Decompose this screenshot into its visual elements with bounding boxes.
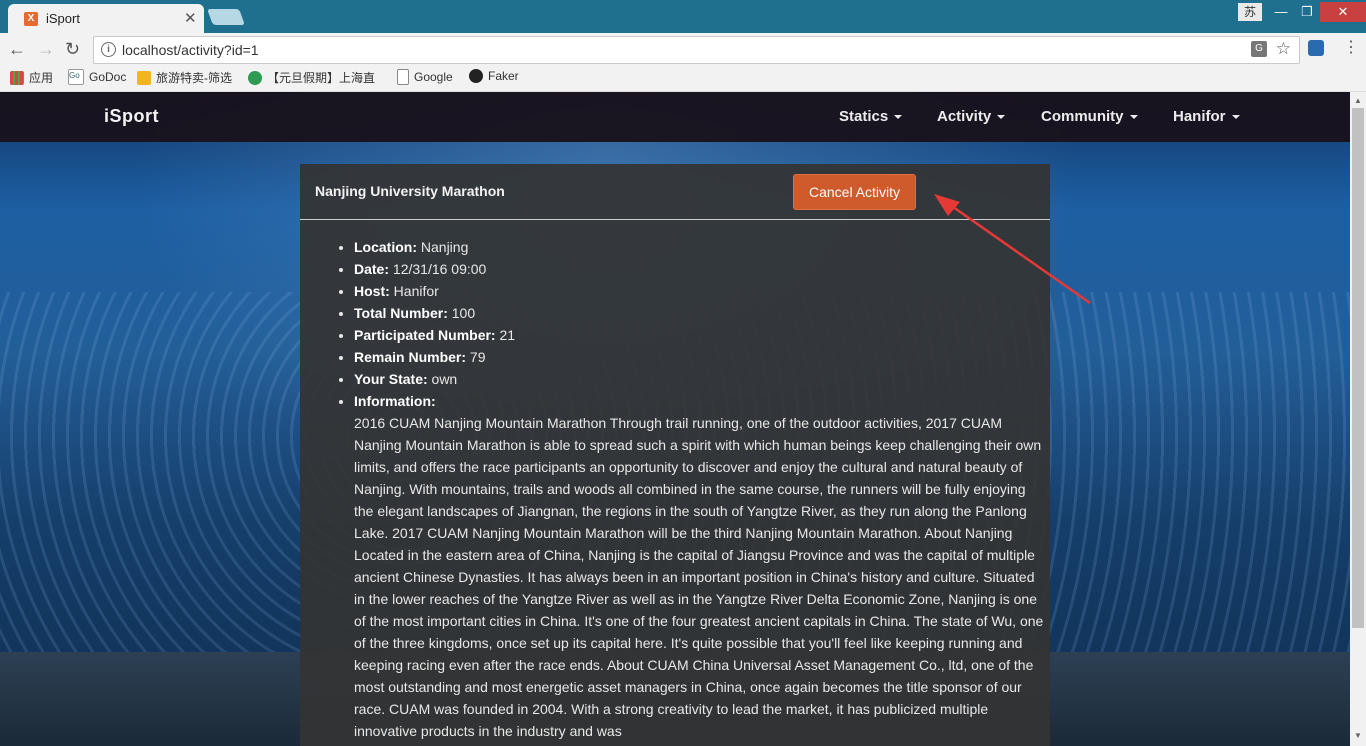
tab-favicon-icon: X: [24, 12, 38, 26]
detail-value: Hanifor: [393, 283, 439, 299]
detail-value: 21: [499, 327, 516, 343]
bookmark-label: 【元旦假期】上海直: [267, 71, 376, 85]
scrollbar-thumb[interactable]: [1352, 108, 1364, 628]
detail-value: own: [431, 371, 458, 387]
nav-user-label: Hanifor: [1173, 108, 1226, 125]
browser-tab-active[interactable]: X iSport ✕: [8, 4, 204, 33]
detail-label: Host:: [354, 283, 390, 299]
window-restore-icon[interactable]: ❐: [1294, 2, 1320, 22]
bookmarks-bar: 应用 Go GoDoc 旅游特卖-筛选 【元旦假期】上海直 Google Fak…: [0, 65, 1366, 92]
godoc-icon: Go: [68, 69, 84, 85]
activity-details: Location: Nanjing Date: 12/31/16 09:00 H…: [332, 236, 1044, 742]
nav-statics[interactable]: Statics: [839, 108, 903, 125]
detail-label: Remain Number:: [354, 349, 467, 365]
travel-icon: [137, 70, 151, 85]
translate-icon[interactable]: G: [1251, 41, 1267, 57]
window-minimize-icon[interactable]: —: [1268, 2, 1294, 22]
nav-community-label: Community: [1041, 108, 1124, 125]
forward-arrow-icon[interactable]: →: [37, 38, 55, 60]
holiday-icon: [248, 70, 262, 85]
site-brand[interactable]: iSport: [104, 106, 159, 127]
scroll-up-icon[interactable]: ▲: [1354, 96, 1362, 105]
bookmark-label: Faker: [488, 69, 519, 83]
ime-indicator[interactable]: 苏: [1238, 3, 1262, 21]
caret-down-icon: [1231, 115, 1240, 120]
window-close-icon[interactable]: ✕: [1320, 2, 1366, 22]
info-icon[interactable]: i: [101, 42, 116, 57]
bookmark-star-icon[interactable]: ☆: [1276, 39, 1291, 59]
detail-information: Information: 2016 CUAM Nanjing Mountain …: [354, 390, 1044, 742]
information-text: 2016 CUAM Nanjing Mountain Marathon Thro…: [354, 415, 1044, 739]
nav-activity[interactable]: Activity: [937, 108, 1006, 125]
bookmark-apps[interactable]: 应用: [10, 69, 53, 86]
bookmark-godoc[interactable]: Go GoDoc: [68, 69, 126, 85]
annotation-arrow-icon: [934, 194, 1091, 305]
bookmark-google[interactable]: Google: [397, 69, 453, 85]
detail-participated-number: Participated Number: 21: [354, 324, 1044, 346]
bookmark-faker[interactable]: Faker: [469, 69, 519, 83]
detail-label: Information:: [354, 393, 436, 409]
detail-label: Location:: [354, 239, 417, 255]
nav-activity-label: Activity: [937, 108, 992, 125]
browser-menu-icon[interactable]: ⋮: [1343, 40, 1359, 56]
detail-label: Total Number:: [354, 305, 448, 321]
detail-remain-number: Remain Number: 79: [354, 346, 1044, 368]
page-viewport: iSport Statics Activity Community Hanifo…: [0, 92, 1350, 746]
detail-label: Date:: [354, 261, 390, 277]
tab-title: iSport: [46, 11, 80, 26]
detail-value: 100: [451, 305, 476, 321]
detail-value: 79: [469, 349, 486, 365]
apps-grid-icon: [10, 70, 24, 85]
detail-label: Your State:: [354, 371, 428, 387]
address-url[interactable]: localhost/activity?id=1: [122, 42, 259, 58]
scroll-down-icon[interactable]: ▼: [1354, 731, 1362, 740]
detail-label: Participated Number:: [354, 327, 496, 343]
bookmark-label: GoDoc: [89, 70, 127, 84]
new-tab-button[interactable]: [207, 9, 245, 25]
detail-value: 12/31/16 09:00: [392, 261, 487, 277]
github-icon: [469, 69, 483, 83]
tab-close-icon[interactable]: ✕: [184, 9, 197, 27]
caret-down-icon: [894, 115, 903, 120]
activity-title: Nanjing University Marathon: [315, 183, 505, 199]
reload-icon[interactable]: ↻: [65, 38, 80, 60]
cancel-activity-button[interactable]: Cancel Activity: [793, 174, 916, 210]
bookmark-label: 应用: [29, 71, 54, 85]
browser-titlebar: X iSport ✕ 苏 — ❐ ✕: [0, 0, 1366, 33]
caret-down-icon: [1129, 115, 1138, 120]
browser-toolbar: ← → ↻ i localhost/activity?id=1 G ☆ ⋮: [0, 33, 1366, 65]
nav-community[interactable]: Community: [1041, 108, 1138, 125]
bookmark-label: Google: [414, 70, 453, 84]
caret-down-icon: [997, 115, 1006, 120]
page-scrollbar[interactable]: ▲ ▼: [1350, 92, 1366, 746]
site-navbar: iSport Statics Activity Community Hanifo…: [0, 92, 1350, 142]
back-arrow-icon[interactable]: ←: [8, 38, 26, 60]
bookmark-label: 旅游特卖-筛选: [156, 71, 232, 85]
address-bar[interactable]: i localhost/activity?id=1 G ☆: [93, 36, 1300, 64]
bookmark-travel[interactable]: 旅游特卖-筛选: [137, 69, 232, 86]
page-icon: [397, 69, 409, 85]
extension-icon[interactable]: [1308, 40, 1324, 56]
detail-value: Nanjing: [420, 239, 469, 255]
nav-user[interactable]: Hanifor: [1173, 108, 1240, 125]
bookmark-holiday[interactable]: 【元旦假期】上海直: [248, 69, 375, 86]
nav-statics-label: Statics: [839, 108, 889, 125]
detail-your-state: Your State: own: [354, 368, 1044, 390]
